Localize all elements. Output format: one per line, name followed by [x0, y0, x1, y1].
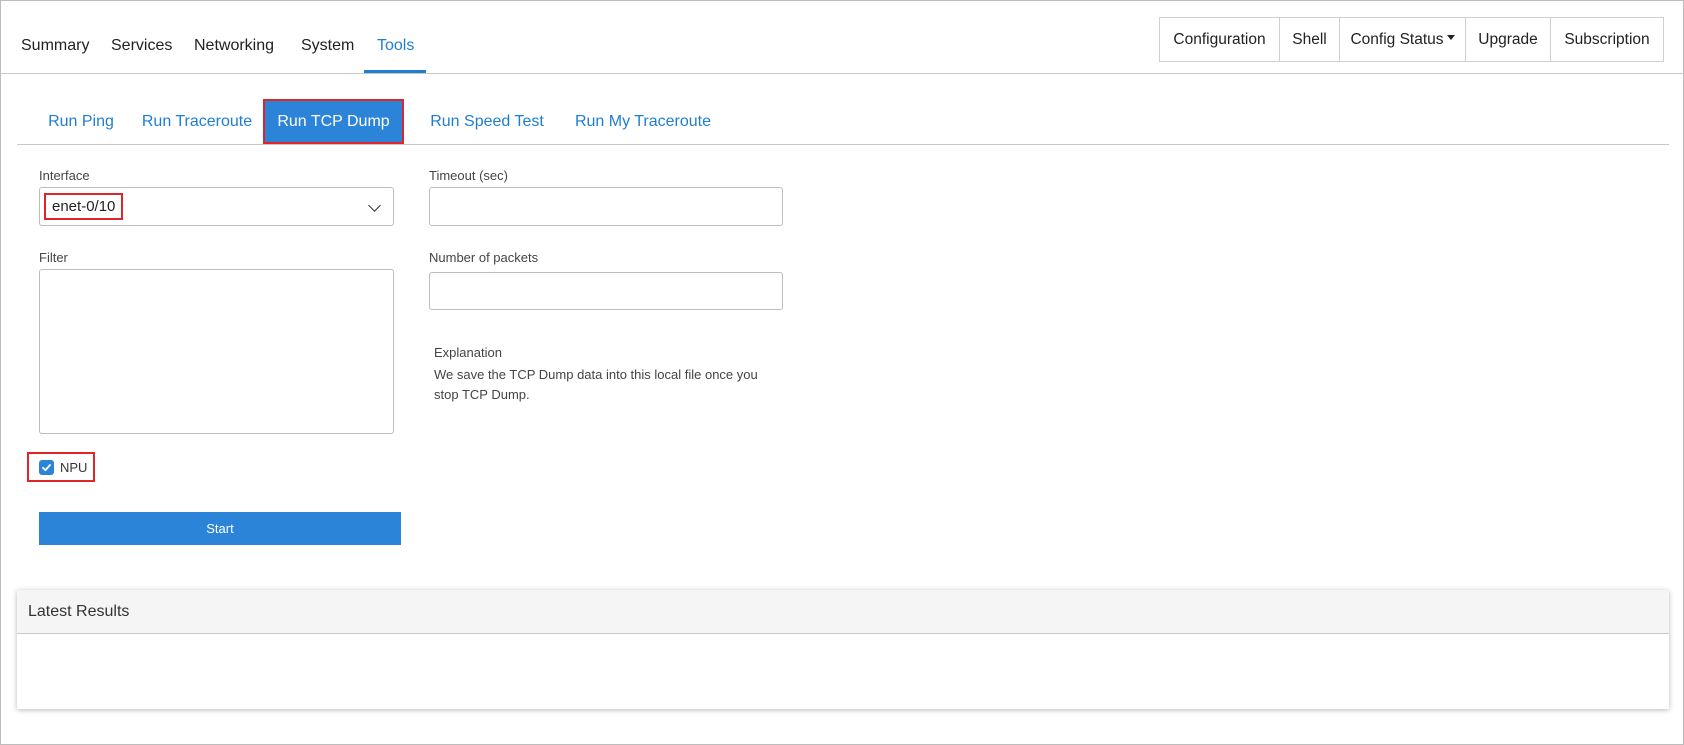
nav-tab-system[interactable]: System — [301, 37, 354, 55]
latest-results-title: Latest Results — [17, 590, 1669, 634]
packets-input[interactable] — [429, 272, 783, 310]
npu-checkbox-row[interactable]: NPU — [27, 452, 95, 482]
filter-textarea[interactable] — [39, 269, 394, 434]
filter-label: Filter — [39, 250, 68, 265]
upgrade-button[interactable]: Upgrade — [1466, 18, 1551, 61]
subtab-run-my-traceroute[interactable]: Run My Traceroute — [561, 99, 725, 144]
nav-tab-services[interactable]: Services — [111, 37, 172, 55]
config-status-label: Config Status — [1350, 30, 1444, 48]
shell-button-label: Shell — [1292, 30, 1327, 48]
timeout-label: Timeout (sec) — [429, 168, 508, 183]
config-status-dropdown[interactable]: Config Status — [1340, 18, 1466, 61]
app-window: Summary Services Networking System Tools… — [0, 0, 1684, 745]
active-tab-indicator — [364, 70, 426, 73]
tools-subtabs: Run Ping Run Traceroute Run TCP Dump Run… — [17, 99, 1669, 145]
subscription-button[interactable]: Subscription — [1551, 18, 1663, 61]
shell-button[interactable]: Shell — [1280, 18, 1340, 61]
subtab-run-tcp-dump[interactable]: Run TCP Dump — [263, 99, 404, 144]
npu-checkbox[interactable] — [39, 459, 54, 475]
start-button[interactable]: Start — [39, 512, 401, 545]
subtab-run-ping[interactable]: Run Ping — [43, 99, 119, 144]
chevron-down-icon — [368, 199, 381, 212]
interface-select[interactable]: enet-0/10 — [39, 187, 394, 226]
nav-tab-networking[interactable]: Networking — [194, 37, 274, 55]
packets-label: Number of packets — [429, 250, 539, 265]
header-action-group: Configuration Shell Config Status Upgrad… — [1159, 17, 1664, 62]
caret-down-icon — [1446, 35, 1455, 40]
subtab-run-speed-test[interactable]: Run Speed Test — [419, 99, 555, 144]
explanation-title: Explanation — [434, 345, 502, 360]
interface-select-value: enet-0/10 — [44, 193, 124, 220]
upgrade-button-label: Upgrade — [1478, 30, 1538, 48]
subtab-run-traceroute[interactable]: Run Traceroute — [141, 99, 253, 144]
top-nav: Summary Services Networking System Tools… — [1, 1, 1683, 74]
latest-results-panel: Latest Results — [17, 590, 1669, 709]
checkmark-icon — [42, 463, 51, 471]
nav-tab-summary[interactable]: Summary — [21, 37, 89, 55]
subscription-button-label: Subscription — [1564, 30, 1650, 48]
npu-label: NPU — [60, 459, 88, 475]
nav-tab-tools[interactable]: Tools — [377, 37, 414, 55]
configuration-button-label: Configuration — [1173, 30, 1266, 48]
timeout-input[interactable] — [429, 187, 783, 226]
interface-label: Interface — [39, 168, 90, 183]
explanation-text: We save the TCP Dump data into this loca… — [434, 367, 758, 402]
configuration-button[interactable]: Configuration — [1160, 18, 1280, 61]
